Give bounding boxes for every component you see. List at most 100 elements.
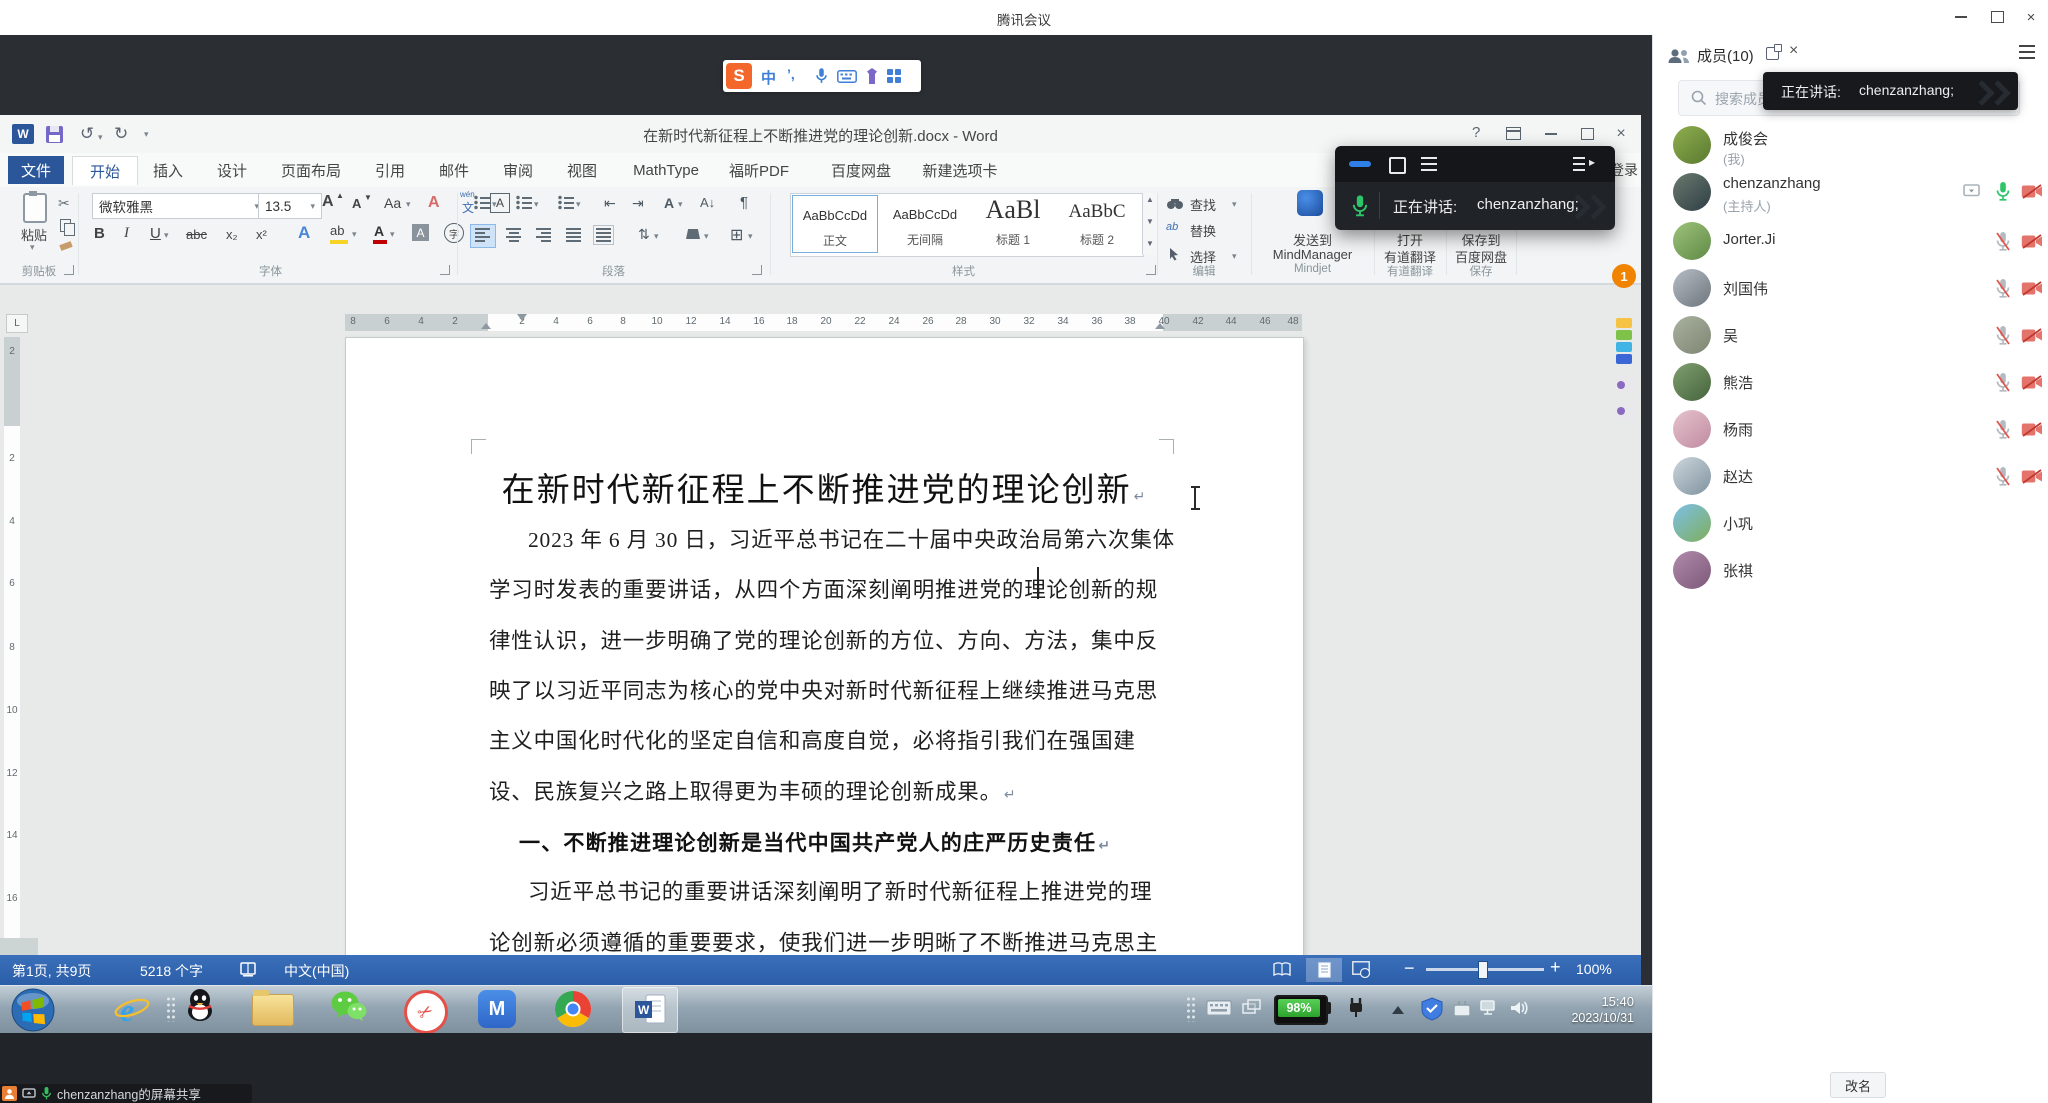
power-plug-icon[interactable] <box>1348 997 1364 1019</box>
floating-badge-count[interactable]: 1 <box>1612 264 1636 288</box>
tray-plugin-icon[interactable] <box>1452 999 1472 1018</box>
member-row[interactable]: 吴 <box>1653 316 2048 363</box>
member-row[interactable]: 小巩 <box>1653 504 2048 551</box>
font-dialog-launcher[interactable] <box>440 265 450 275</box>
word-restore-button[interactable] <box>1574 123 1600 145</box>
paste-button[interactable]: 粘贴 ▾ <box>10 191 58 259</box>
help-button[interactable]: ? <box>1472 124 1480 141</box>
sort-button[interactable]: A↓ <box>700 195 715 210</box>
asian-layout-button[interactable]: A <box>664 195 674 211</box>
m-app-icon[interactable]: M <box>478 990 516 1028</box>
network-icon[interactable] <box>1480 1000 1499 1017</box>
tray-expand-button[interactable] <box>1392 1006 1404 1014</box>
superscript-button[interactable]: x² <box>256 227 267 242</box>
battery-indicator[interactable]: 98% <box>1274 995 1328 1025</box>
replace-button[interactable]: 替换 <box>1190 221 1216 240</box>
camera-off-icon[interactable] <box>2021 184 2043 199</box>
strikethrough-button[interactable]: abc <box>186 227 207 242</box>
numbering-button[interactable] <box>516 195 532 210</box>
distribute-button[interactable] <box>596 228 611 242</box>
language-indicator[interactable]: 中文(中国) <box>284 961 349 981</box>
tab-design[interactable]: 设计 <box>204 156 260 184</box>
style-no-spacing[interactable]: AaBbCcDd 无间隔 <box>880 195 970 251</box>
mic-off-icon[interactable] <box>1995 466 2011 487</box>
justify-button[interactable] <box>566 228 581 242</box>
shading-button[interactable] <box>686 229 700 239</box>
panel-close-button[interactable]: × <box>1789 42 1798 60</box>
security-shield-icon[interactable] <box>1420 997 1444 1021</box>
line-spacing-button[interactable]: ⇅ <box>638 226 650 243</box>
member-row[interactable]: 杨雨 <box>1653 410 2048 457</box>
style-normal[interactable]: AaBbCcDd 正文 <box>792 195 878 253</box>
tab-foxit-pdf[interactable]: 福昕PDF <box>718 156 800 184</box>
floating-marker[interactable] <box>1612 402 1638 420</box>
sogou-punct-toggle[interactable]: ’, <box>787 66 795 82</box>
sogou-mic-icon[interactable] <box>815 67 828 85</box>
rename-button[interactable]: 改名 <box>1830 1072 1886 1098</box>
sogou-lang-toggle[interactable]: 中 <box>761 67 776 88</box>
italic-button[interactable]: I <box>124 225 129 242</box>
tab-mathtype[interactable]: MathType <box>618 156 714 184</box>
screenshot-tool-icon[interactable]: ✂ <box>404 990 448 1034</box>
member-row[interactable]: 张祺 <box>1653 551 2048 598</box>
tab-selector[interactable]: L <box>6 314 28 333</box>
internet-explorer-icon[interactable]: e <box>112 990 152 1030</box>
first-line-indent-marker[interactable] <box>517 314 527 321</box>
floating-color-stack[interactable] <box>1616 318 1632 364</box>
zoom-slider-thumb[interactable] <box>1478 961 1488 979</box>
tab-file[interactable]: 文件 <box>8 156 64 184</box>
toolbar-restore-button[interactable] <box>1389 157 1406 174</box>
align-left-button-active[interactable] <box>470 224 496 248</box>
tab-home[interactable]: 开始 <box>72 156 138 185</box>
member-row[interactable]: 赵达 <box>1653 457 2048 504</box>
word-minimize-button[interactable] <box>1538 123 1564 145</box>
toolbar-minimize-button[interactable] <box>1349 161 1371 167</box>
style-heading1[interactable]: AaBl 标题 1 <box>972 195 1054 251</box>
decrease-indent-button[interactable]: ⇤ <box>604 195 616 212</box>
tab-mailings[interactable]: 邮件 <box>426 156 482 184</box>
word-close-button[interactable]: × <box>1608 123 1634 145</box>
tab-view[interactable]: 视图 <box>554 156 610 184</box>
ribbon-options-button[interactable] <box>1506 127 1521 140</box>
format-painter-button[interactable] <box>59 241 72 251</box>
camera-off-icon[interactable] <box>2021 281 2043 296</box>
styles-scrollbar[interactable]: ▲ ▼ ▼ <box>1142 193 1158 255</box>
show-hide-marks-button[interactable]: ¶ <box>740 194 748 211</box>
subscript-button[interactable]: x₂ <box>226 227 238 242</box>
bold-button[interactable]: B <box>94 225 105 242</box>
character-shading-button[interactable]: A <box>412 224 429 241</box>
proofing-status-icon[interactable] <box>240 962 257 977</box>
tray-grip[interactable] <box>1186 996 1196 1022</box>
start-button[interactable] <box>10 987 56 1033</box>
font-name-dropdown[interactable]: 微软雅黑▾ <box>92 193 266 219</box>
grow-font-button[interactable]: A <box>322 193 334 211</box>
volume-icon[interactable] <box>1510 1000 1528 1016</box>
enclose-circle-button[interactable]: 字 <box>444 223 464 243</box>
horizontal-ruler[interactable]: 8 6 4 2 2 4 6 8 10 12 14 16 18 20 22 24 … <box>345 314 1302 331</box>
font-size-dropdown[interactable]: 13.5▾ <box>258 193 322 219</box>
member-row[interactable]: 成俊会 (我) <box>1653 126 2048 173</box>
find-button[interactable]: 查找 <box>1190 195 1216 214</box>
zoom-in-button[interactable]: + <box>1550 957 1561 978</box>
sharing-screen-icon[interactable] <box>1963 184 1980 198</box>
camera-off-icon[interactable] <box>2021 469 2043 484</box>
camera-off-icon[interactable] <box>2021 422 2043 437</box>
wechat-icon[interactable] <box>330 990 368 1026</box>
paragraph-dialog-launcher[interactable] <box>752 265 762 275</box>
word-taskbar-button-active[interactable]: W <box>622 987 678 1033</box>
increase-indent-button[interactable]: ⇥ <box>632 195 644 212</box>
mic-on-icon[interactable] <box>1995 181 2011 202</box>
tray-clock[interactable]: 15:40 2023/10/31 <box>1538 993 1634 1027</box>
cut-button[interactable]: ✂ <box>58 195 70 212</box>
member-row[interactable]: 熊浩 <box>1653 363 2048 410</box>
print-layout-button[interactable] <box>1306 958 1342 982</box>
toolbar-collapse-button[interactable] <box>1573 157 1585 171</box>
shrink-font-button[interactable]: A <box>352 196 361 211</box>
toolbar-menu-button[interactable] <box>1421 157 1437 171</box>
styles-dialog-launcher[interactable] <box>1146 265 1156 275</box>
mic-off-icon[interactable] <box>1995 419 2011 440</box>
taskbar-grip[interactable] <box>166 996 176 1022</box>
horizontal-scrollbar[interactable] <box>0 938 38 955</box>
sogou-toolbox-icon[interactable] <box>887 69 901 83</box>
sogou-logo[interactable]: S <box>726 63 752 89</box>
